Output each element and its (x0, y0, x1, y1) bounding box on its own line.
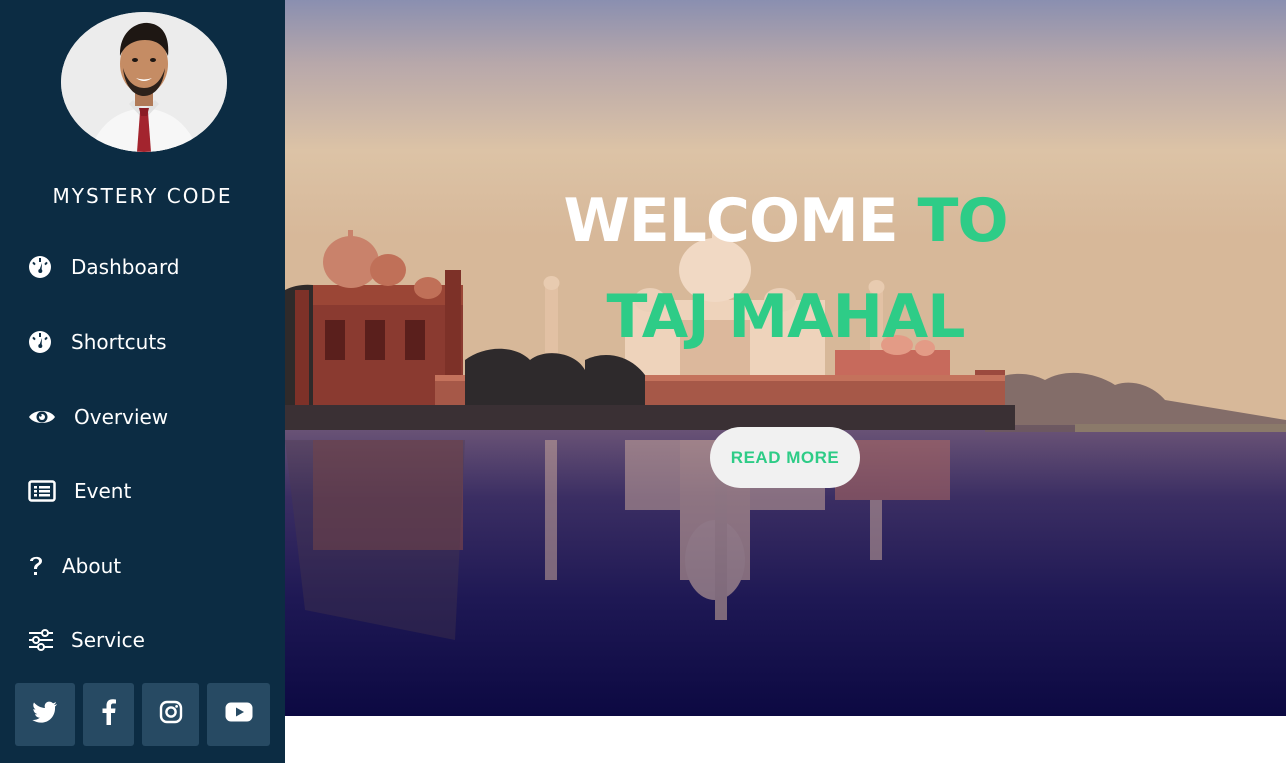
nav-label-overview: Overview (74, 405, 169, 429)
nav-item-dashboard[interactable]: Dashboard (28, 250, 180, 284)
taj-mahal-image (285, 0, 1286, 716)
nav-item-shortcuts[interactable]: Shortcuts (28, 325, 167, 359)
sidebar: MYSTERY CODE Dashboard Shortcuts Overvie… (0, 0, 285, 763)
eye-icon (28, 403, 56, 431)
hero-title-line1: WELCOME TO (285, 186, 1286, 256)
nav-label-shortcuts: Shortcuts (71, 330, 167, 354)
nav-item-about[interactable]: About (28, 549, 121, 583)
read-more-button[interactable]: READ MORE (710, 427, 860, 488)
youtube-icon (225, 702, 253, 727)
avatar-photo (61, 12, 227, 152)
facebook-icon (102, 699, 116, 730)
question-icon (28, 552, 48, 580)
hero-banner: WELCOME TO TAJ MAHAL READ MORE (285, 0, 1286, 716)
nav-item-service[interactable]: Service (28, 623, 145, 657)
nav-label-event: Event (74, 479, 132, 503)
instagram-button[interactable] (142, 683, 199, 746)
nav-label-service: Service (71, 628, 145, 652)
hero-title-to: TO (917, 186, 1009, 256)
nav-label-dashboard: Dashboard (71, 255, 180, 279)
dashboard-icon (28, 253, 56, 281)
twitter-icon (32, 701, 58, 728)
nav-label-about: About (62, 554, 122, 578)
profile-name: MYSTERY CODE (52, 184, 233, 208)
nav-item-overview[interactable]: Overview (28, 400, 168, 434)
list-icon (28, 477, 56, 505)
tachometer-icon (28, 328, 56, 356)
instagram-icon (159, 700, 183, 729)
facebook-button[interactable] (83, 683, 134, 746)
hero-title-welcome: WELCOME (563, 186, 899, 256)
sliders-icon (28, 626, 56, 654)
hero-title-line2: TAJ MAHAL (606, 282, 966, 352)
youtube-button[interactable] (207, 683, 270, 746)
nav-item-event[interactable]: Event (28, 474, 131, 508)
twitter-button[interactable] (15, 683, 75, 746)
avatar (61, 12, 227, 152)
